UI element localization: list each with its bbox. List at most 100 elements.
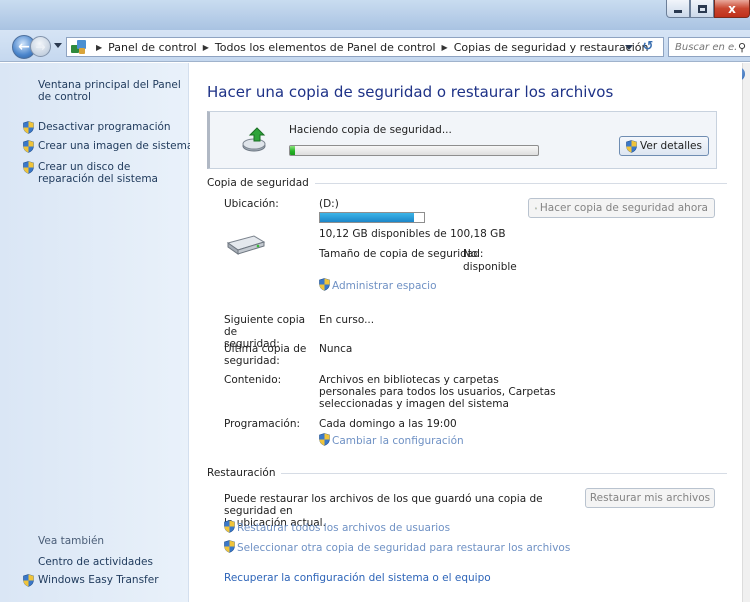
- backup-progress-fill: [290, 146, 295, 155]
- restore-my-files-label: Restaurar mis archivos: [589, 492, 711, 504]
- sidebar-item-create-repair-disc[interactable]: Crear un disco de reparación del sistema: [23, 161, 178, 185]
- backup-progress-bar: [289, 145, 539, 156]
- recover-system-link[interactable]: Recuperar la configuración del sistema o…: [224, 572, 491, 584]
- contents-line: personales para todos los usuarios, Carp…: [319, 386, 556, 398]
- restore-description-line: Puede restaurar los archivos de los que …: [224, 493, 543, 517]
- breadcrumb-backup-restore[interactable]: Copias de seguridad y restauración: [454, 41, 649, 54]
- refresh-icon[interactable]: ↺: [639, 39, 657, 55]
- free-space-text: 10,12 GB disponibles de 100,18 GB: [319, 228, 506, 240]
- shield-icon: [23, 140, 34, 153]
- shield-icon: [224, 520, 235, 533]
- manage-space-label: Administrar espacio: [332, 280, 437, 292]
- backup-drive: (D:): [319, 198, 339, 210]
- backup-section-heading: Copia de seguridad: [207, 177, 727, 189]
- shield-icon: [626, 139, 638, 153]
- navigation-bar: ← → ▶ Panel de control ▶ Todos los eleme…: [0, 30, 750, 62]
- close-button[interactable]: x: [714, 0, 750, 18]
- restore-section-title: Restauración: [207, 467, 276, 479]
- last-backup-label: Última copia de seguridad:: [224, 343, 308, 367]
- recent-pages-dropdown[interactable]: [54, 43, 62, 48]
- sidebar-home-link[interactable]: Ventana principal del Panel de control: [38, 79, 183, 103]
- contents-value: Archivos en bibliotecas y carpetas perso…: [319, 374, 556, 410]
- backup-now-label: Hacer copia de seguridad ahora: [539, 202, 708, 214]
- drive-icon: [226, 235, 266, 255]
- sidebar-item-label: Crear un disco de reparación del sistema: [38, 161, 158, 185]
- breadcrumb-all-items[interactable]: Todos los elementos de Panel de control: [215, 41, 436, 54]
- select-other-backup-link[interactable]: Seleccionar otra copia de seguridad para…: [224, 540, 570, 554]
- disk-usage-bar: [319, 212, 425, 223]
- shield-icon: [535, 206, 537, 210]
- backup-progress-label: Haciendo copia de seguridad...: [289, 124, 452, 136]
- restore-all-users-link[interactable]: Restaurar todos los archivos de usuarios: [224, 520, 450, 534]
- backup-section-title: Copia de seguridad: [207, 177, 309, 189]
- shield-icon: [23, 574, 34, 587]
- contents-line: Archivos en bibliotecas y carpetas: [319, 374, 499, 386]
- main-content: Hacer una copia de seguridad o restaurar…: [190, 63, 742, 602]
- back-arrow-icon: ←: [18, 39, 30, 55]
- view-details-label: Ver detalles: [640, 140, 702, 152]
- backup-size-label: Tamaño de copia de seguridad:: [319, 248, 484, 260]
- last-backup-value: Nunca: [319, 343, 353, 355]
- title-bar: x: [0, 0, 750, 30]
- divider: [314, 182, 727, 184]
- breadcrumb-separator-icon[interactable]: ▶: [96, 43, 102, 52]
- breadcrumb-control-panel[interactable]: Panel de control: [108, 41, 197, 54]
- search-icon[interactable]: ⚲: [738, 41, 746, 54]
- disk-usage-fill: [320, 213, 414, 222]
- divider: [281, 472, 727, 474]
- view-details-button[interactable]: Ver detalles: [619, 136, 709, 156]
- next-backup-value: En curso...: [319, 314, 375, 326]
- window-controls: x: [666, 0, 750, 20]
- restore-all-users-label: Restaurar todos los archivos de usuarios: [237, 522, 451, 534]
- backup-now-button[interactable]: Hacer copia de seguridad ahora: [528, 198, 715, 218]
- sidebar-item-label: Crear una imagen de sistema: [38, 140, 194, 152]
- forward-arrow-icon: →: [35, 39, 46, 54]
- contents-line: seleccionadas y imagen del sistema: [319, 398, 509, 410]
- sidebar-item-easy-transfer[interactable]: Windows Easy Transfer: [23, 574, 198, 587]
- shield-icon: [23, 161, 34, 174]
- restore-section-heading: Restauración: [207, 467, 727, 479]
- next-backup-label-line: Siguiente copia de: [224, 314, 306, 338]
- last-backup-label-line: seguridad:: [224, 355, 280, 367]
- schedule-label: Programación:: [224, 418, 301, 430]
- restore-my-files-button[interactable]: Restaurar mis archivos: [585, 488, 715, 508]
- shield-icon: [319, 278, 330, 291]
- backup-size-value-2: disponible: [463, 261, 517, 273]
- forward-button[interactable]: →: [30, 36, 51, 57]
- address-dropdown-icon[interactable]: [625, 45, 633, 50]
- scrollbar[interactable]: [742, 63, 750, 602]
- backup-size-value: No: [463, 248, 478, 260]
- backup-in-progress-icon: [242, 127, 266, 152]
- sidebar: Ventana principal del Panel de control D…: [0, 63, 193, 602]
- sidebar-item-create-system-image[interactable]: Crear una imagen de sistema: [23, 140, 198, 153]
- shield-icon: [23, 121, 34, 134]
- shield-icon: [319, 433, 330, 446]
- select-other-backup-label: Seleccionar otra copia de seguridad para…: [237, 542, 571, 554]
- close-icon: x: [728, 1, 736, 16]
- last-backup-label-line: Última copia de: [224, 343, 307, 355]
- see-also-heading: Vea también: [38, 535, 105, 547]
- change-settings-label: Cambiar la configuración: [332, 435, 464, 447]
- manage-space-link[interactable]: Administrar espacio: [319, 278, 437, 292]
- sidebar-item-disable-schedule[interactable]: Desactivar programación: [23, 121, 198, 134]
- address-bar[interactable]: ▶ Panel de control ▶ Todos los elementos…: [66, 37, 664, 57]
- maximize-icon: [697, 4, 707, 13]
- minimize-button[interactable]: [666, 0, 690, 18]
- page-title: Hacer una copia de seguridad o restaurar…: [207, 83, 614, 101]
- breadcrumb-separator-icon[interactable]: ▶: [203, 43, 209, 52]
- contents-label: Contenido:: [224, 374, 282, 386]
- location-label: Ubicación:: [224, 198, 279, 210]
- search-input[interactable]: [675, 41, 737, 53]
- schedule-value: Cada domingo a las 19:00: [319, 418, 457, 430]
- recover-system-label: Recuperar la configuración del sistema o…: [224, 572, 491, 584]
- sidebar-item-label: Windows Easy Transfer: [38, 574, 159, 586]
- change-settings-link[interactable]: Cambiar la configuración: [319, 433, 464, 447]
- breadcrumb-separator-icon[interactable]: ▶: [442, 43, 448, 52]
- control-panel-icon: [71, 39, 86, 55]
- sidebar-item-action-center[interactable]: Centro de actividades: [38, 556, 198, 568]
- search-box[interactable]: ⚲: [668, 37, 750, 57]
- shield-icon: [224, 540, 235, 553]
- backup-progress-panel: Haciendo copia de seguridad... Ver detal…: [207, 111, 717, 169]
- minimize-icon: [674, 10, 682, 13]
- maximize-button[interactable]: [690, 0, 714, 18]
